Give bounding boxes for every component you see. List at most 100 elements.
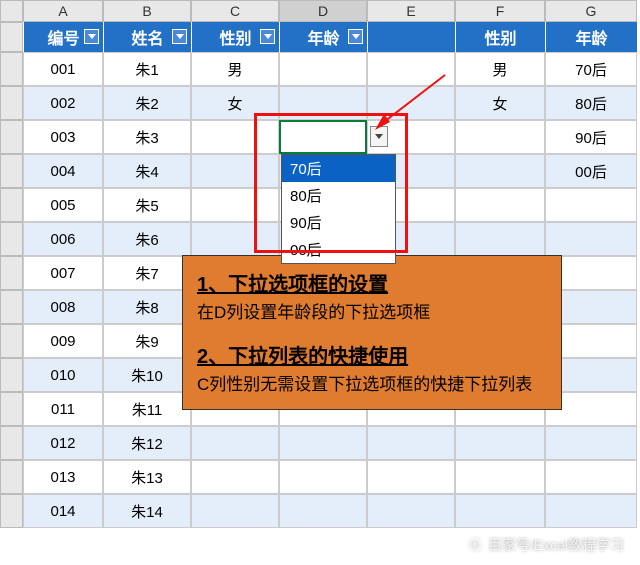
cell-g[interactable]: 70后 (545, 52, 637, 86)
filter-icon[interactable] (348, 29, 363, 44)
cell-id[interactable]: 011 (23, 392, 103, 426)
cell-id[interactable]: 006 (23, 222, 103, 256)
cell-id[interactable]: 010 (23, 358, 103, 392)
row-header[interactable] (0, 154, 23, 188)
cell-id[interactable]: 007 (23, 256, 103, 290)
row-header[interactable] (0, 188, 23, 222)
cell-g[interactable] (545, 460, 637, 494)
cell-g[interactable]: 00后 (545, 154, 637, 188)
cell-name[interactable]: 朱12 (103, 426, 191, 460)
row-header[interactable] (0, 460, 23, 494)
row-header[interactable] (0, 494, 23, 528)
row-header[interactable] (0, 256, 23, 290)
cell-e[interactable] (367, 426, 455, 460)
note-text-2: C列性别无需设置下拉选项框的快捷下拉列表 (197, 373, 547, 398)
cell-id[interactable]: 008 (23, 290, 103, 324)
cell-age[interactable] (279, 494, 367, 528)
cell-f[interactable] (455, 494, 545, 528)
col-E[interactable]: E (367, 0, 455, 22)
select-all-corner[interactable] (0, 0, 23, 22)
dropdown-option[interactable]: 00后 (282, 236, 395, 263)
dropdown-option[interactable]: 80后 (282, 182, 395, 209)
row-header[interactable] (0, 426, 23, 460)
cell-name[interactable]: 朱5 (103, 188, 191, 222)
cell-sex[interactable] (191, 120, 279, 154)
row-header[interactable] (0, 358, 23, 392)
cell-sex[interactable] (191, 460, 279, 494)
cell-f[interactable]: 男 (455, 52, 545, 86)
row-header[interactable] (0, 392, 23, 426)
cell-name[interactable]: 朱4 (103, 154, 191, 188)
cell-sex[interactable] (191, 494, 279, 528)
cell-e[interactable] (367, 494, 455, 528)
col-C[interactable]: C (191, 0, 279, 22)
cell-sex[interactable]: 男 (191, 52, 279, 86)
th-age-label: 年龄 (307, 25, 339, 49)
cell-f[interactable] (455, 154, 545, 188)
cell-name[interactable]: 朱14 (103, 494, 191, 528)
cell-id[interactable]: 003 (23, 120, 103, 154)
cell-g[interactable] (545, 222, 637, 256)
row-header[interactable] (0, 120, 23, 154)
cell-name[interactable]: 朱10 (103, 358, 191, 392)
cell-f[interactable] (455, 222, 545, 256)
table-row: 014朱14 (0, 494, 640, 528)
col-F[interactable]: F (455, 0, 545, 22)
cell-id[interactable]: 001 (23, 52, 103, 86)
cell-name[interactable]: 朱6 (103, 222, 191, 256)
th-id-label: 编号 (47, 25, 79, 49)
cell-id[interactable]: 012 (23, 426, 103, 460)
cell-age[interactable] (279, 120, 367, 154)
cell-sex[interactable] (191, 426, 279, 460)
filter-icon[interactable] (84, 29, 99, 44)
cell-name[interactable]: 朱7 (103, 256, 191, 290)
cell-g[interactable] (545, 494, 637, 528)
cell-name[interactable]: 朱1 (103, 52, 191, 86)
col-D[interactable]: D (279, 0, 367, 22)
col-G[interactable]: G (545, 0, 637, 22)
cell-e[interactable] (367, 460, 455, 494)
cell-name[interactable]: 朱13 (103, 460, 191, 494)
cell-id[interactable]: 004 (23, 154, 103, 188)
cell-age[interactable] (279, 426, 367, 460)
col-B[interactable]: B (103, 0, 191, 22)
cell-id[interactable]: 002 (23, 86, 103, 120)
cell-id[interactable]: 005 (23, 188, 103, 222)
cell-id[interactable]: 014 (23, 494, 103, 528)
cell-name[interactable]: 朱11 (103, 392, 191, 426)
cell-name[interactable]: 朱2 (103, 86, 191, 120)
cell-age[interactable] (279, 460, 367, 494)
cell-f[interactable] (455, 426, 545, 460)
cell-age[interactable] (279, 52, 367, 86)
cell-f[interactable]: 女 (455, 86, 545, 120)
cell-f[interactable] (455, 120, 545, 154)
cell-f[interactable] (455, 188, 545, 222)
col-A[interactable]: A (23, 0, 103, 22)
cell-age[interactable] (279, 86, 367, 120)
row-header[interactable] (0, 324, 23, 358)
cell-g[interactable]: 90后 (545, 120, 637, 154)
cell-id[interactable]: 013 (23, 460, 103, 494)
dropdown-list[interactable]: 70后 80后 90后 00后 (281, 154, 396, 264)
table-row: 013朱13 (0, 460, 640, 494)
cell-sex[interactable]: 女 (191, 86, 279, 120)
cell-name[interactable]: 朱3 (103, 120, 191, 154)
filter-icon[interactable] (172, 29, 187, 44)
row-header[interactable] (0, 86, 23, 120)
cell-sex[interactable] (191, 222, 279, 256)
row-header[interactable] (0, 290, 23, 324)
cell-g[interactable]: 80后 (545, 86, 637, 120)
row-header[interactable] (0, 222, 23, 256)
cell-f[interactable] (455, 460, 545, 494)
cell-sex[interactable] (191, 154, 279, 188)
cell-name[interactable]: 朱9 (103, 324, 191, 358)
cell-g[interactable] (545, 426, 637, 460)
filter-icon[interactable] (260, 29, 275, 44)
cell-id[interactable]: 009 (23, 324, 103, 358)
row-header[interactable] (0, 52, 23, 86)
dropdown-option[interactable]: 90后 (282, 209, 395, 236)
cell-name[interactable]: 朱8 (103, 290, 191, 324)
cell-g[interactable] (545, 188, 637, 222)
cell-sex[interactable] (191, 188, 279, 222)
dropdown-option[interactable]: 70后 (282, 155, 395, 182)
